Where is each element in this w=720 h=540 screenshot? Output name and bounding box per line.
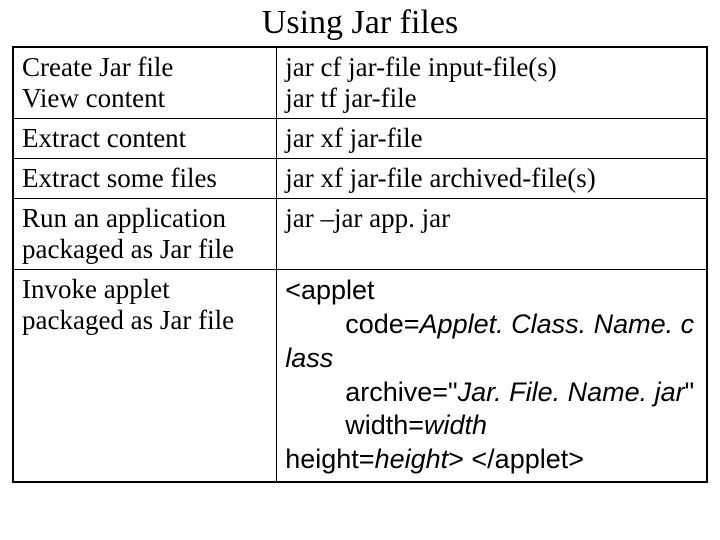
op-label: Invoke applet packaged as Jar file <box>13 270 277 482</box>
op-label: Extract some files <box>13 159 277 199</box>
table-row: Extract content jar xf jar-file <box>13 119 707 159</box>
op-command: jar xf jar-file <box>277 119 707 159</box>
op-label: Extract content <box>13 119 277 159</box>
page-title: Using Jar files <box>12 4 708 42</box>
op-label: Run an application packaged as Jar file <box>13 199 277 270</box>
jar-commands-table: Create Jar file View content jar cf jar-… <box>12 46 708 483</box>
slide: Using Jar files Create Jar file View con… <box>0 0 720 540</box>
table-row: Extract some files jar xf jar-file archi… <box>13 159 707 199</box>
op-command: <applet code=Applet. Class. Name. c lass… <box>277 270 707 482</box>
op-command: jar –jar app. jar <box>277 199 707 270</box>
table-row: Invoke applet packaged as Jar file <appl… <box>13 270 707 482</box>
op-command: jar cf jar-file input-file(s) jar tf jar… <box>277 47 707 119</box>
table-row: Run an application packaged as Jar file … <box>13 199 707 270</box>
table-row: Create Jar file View content jar cf jar-… <box>13 47 707 119</box>
op-command: jar xf jar-file archived-file(s) <box>277 159 707 199</box>
applet-code-block: <applet code=Applet. Class. Name. c lass… <box>285 274 698 477</box>
op-label: Create Jar file View content <box>13 47 277 119</box>
